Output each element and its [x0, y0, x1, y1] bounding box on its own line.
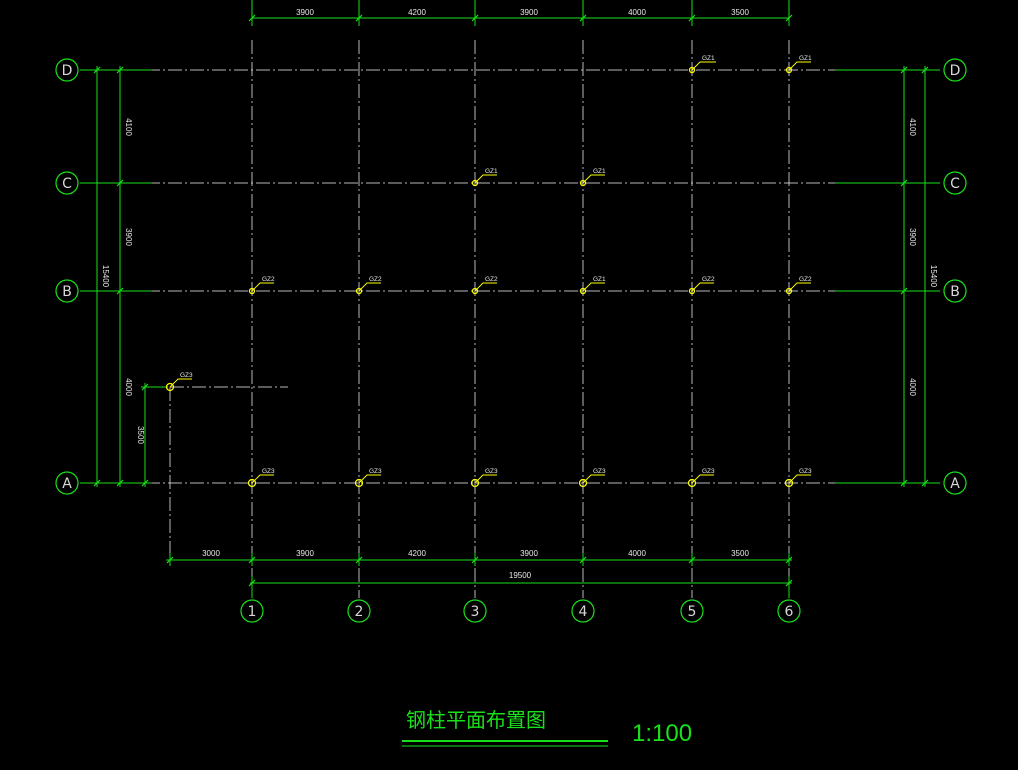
drawing-scale: 1:100: [632, 720, 692, 747]
column-label: GZ2: [799, 276, 812, 283]
dim-bottom-extra: 3000: [202, 549, 220, 558]
column-label: GZ2: [485, 276, 498, 283]
column-label: GZ1: [485, 168, 498, 175]
dim-bottom-3-4: 3900: [520, 549, 538, 558]
column-label: GZ3: [593, 468, 606, 475]
dim-bottom-total: 19500: [509, 571, 532, 580]
axis-label-6: 6: [785, 604, 794, 620]
dim-right-a-b: 4000: [908, 378, 917, 396]
axis-label-4: 4: [579, 604, 588, 620]
dim-right-total: 15400: [929, 265, 938, 288]
title-block: 钢柱平面布置图 1:100: [402, 708, 692, 747]
dim-top-3-4: 3900: [520, 8, 538, 17]
dim-left-a-b: 4000: [124, 378, 133, 396]
dim-top-2-3: 4200: [408, 8, 426, 17]
dim-left-b-c: 3900: [124, 228, 133, 246]
dim-right-c-d: 4100: [908, 118, 917, 136]
dim-bottom-5-6: 3500: [731, 549, 749, 558]
axis-label-2: 2: [355, 604, 364, 620]
dim-left-c-d: 4100: [124, 118, 133, 136]
axis-label-a-left: A: [62, 476, 72, 492]
column-label: GZ2: [702, 276, 715, 283]
dim-left-gz3-offset: 3500: [136, 426, 145, 444]
axis-label-1: 1: [248, 604, 257, 620]
axis-label-b-left: B: [62, 284, 72, 300]
axis-label-c-right: C: [950, 176, 960, 192]
column-label: GZ3: [180, 372, 193, 379]
column-label: GZ3: [485, 468, 498, 475]
column-label: GZ3: [702, 468, 715, 475]
column-label: GZ2: [262, 276, 275, 283]
dim-top-5-6: 3500: [731, 8, 749, 17]
axis-label-d-left: D: [62, 63, 73, 79]
axis-label-b-right: B: [950, 284, 960, 300]
axis-bubbles-numbers: 1 2 3 4 5 6: [240, 599, 801, 623]
dim-left-total: 15400: [101, 265, 110, 288]
steel-column-plan-drawing: 3900 4200 3900 4000 3500 3000 3900 4200 …: [55, 0, 967, 747]
column-label: GZ3: [262, 468, 275, 475]
axis-label-d-right: D: [950, 63, 961, 79]
axis-label-5: 5: [688, 604, 697, 620]
axis-label-a-right: A: [950, 476, 960, 492]
dimension-ticks: [93, 14, 929, 587]
column-label: GZ1: [799, 55, 812, 62]
dim-right-b-c: 3900: [908, 228, 917, 246]
dimension-lines: [80, 0, 940, 598]
dim-bottom-1-2: 3900: [296, 549, 314, 558]
axis-label-c-left: C: [62, 176, 72, 192]
column-label: GZ2: [369, 276, 382, 283]
column-label: GZ1: [593, 276, 606, 283]
column-label: GZ3: [799, 468, 812, 475]
dim-top-4-5: 4000: [628, 8, 646, 17]
dim-bottom-2-3: 4200: [408, 549, 426, 558]
grid-axis-lines: [80, 40, 935, 598]
dim-bottom-4-5: 4000: [628, 549, 646, 558]
axis-label-3: 3: [471, 604, 480, 620]
column-label: GZ3: [369, 468, 382, 475]
axis-bubbles-letters: D C B A D C B A: [55, 58, 967, 495]
dimension-texts: 3900 4200 3900 4000 3500 3000 3900 4200 …: [101, 8, 938, 580]
drawing-title: 钢柱平面布置图: [406, 708, 546, 732]
column-label: GZ1: [702, 55, 715, 62]
column-label: GZ1: [593, 168, 606, 175]
dim-top-1-2: 3900: [296, 8, 314, 17]
steel-columns: GZ1 GZ1 GZ1 GZ1 GZ2 GZ2 GZ2 GZ1 GZ2 GZ2 …: [165, 55, 812, 488]
